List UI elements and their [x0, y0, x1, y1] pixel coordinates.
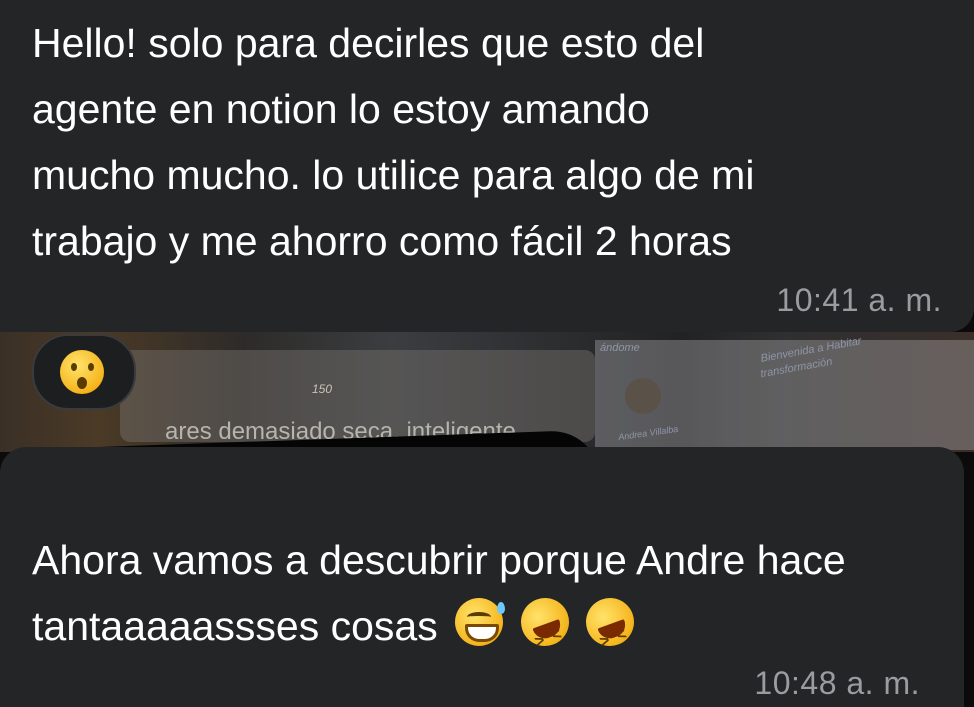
message-timestamp: 10:41 a. m. [776, 282, 942, 318]
message-timestamp: 10:48 a. m. [754, 665, 920, 701]
message-text-content: Ahora vamos a descubrir porque Andre hac… [32, 537, 846, 649]
message-bubble[interactable]: Hello! solo para decirles que esto del a… [0, 0, 974, 332]
reaction-pill[interactable] [32, 334, 136, 410]
background-number: 150 [312, 382, 333, 396]
rofl-icon [579, 591, 641, 653]
astonished-face-icon [60, 350, 104, 394]
background-avatar [625, 378, 661, 414]
grinning-sweat-icon [455, 598, 506, 646]
message-bubble[interactable]: Ahora vamos a descubrir porque Andre hac… [0, 447, 964, 707]
message-text: Ahora vamos a descubrir porque Andre hac… [32, 527, 952, 659]
background-label: ándome [600, 342, 640, 354]
message-text: Hello! solo para decirles que esto del a… [32, 20, 755, 264]
rofl-icon [513, 591, 576, 653]
